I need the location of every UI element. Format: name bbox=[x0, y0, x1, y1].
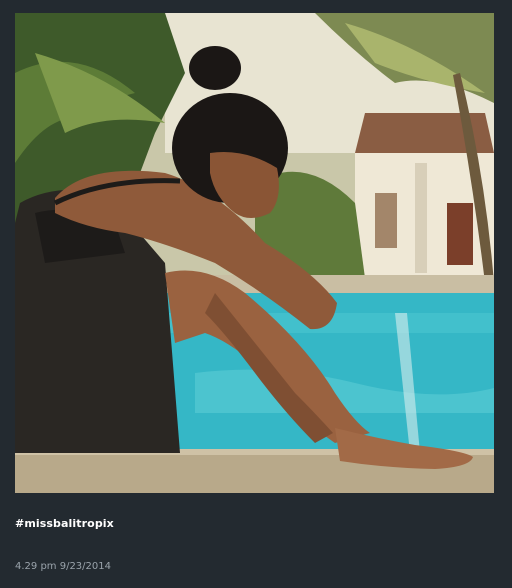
poolside-photo bbox=[15, 13, 494, 493]
post-hashtag[interactable]: #missbalitropix bbox=[15, 517, 114, 530]
post-photo[interactable] bbox=[15, 13, 494, 493]
post-timestamp: 4.29 pm 9/23/2014 bbox=[15, 561, 111, 572]
photo-post: #missbalitropix 4.29 pm 9/23/2014 bbox=[0, 0, 512, 588]
